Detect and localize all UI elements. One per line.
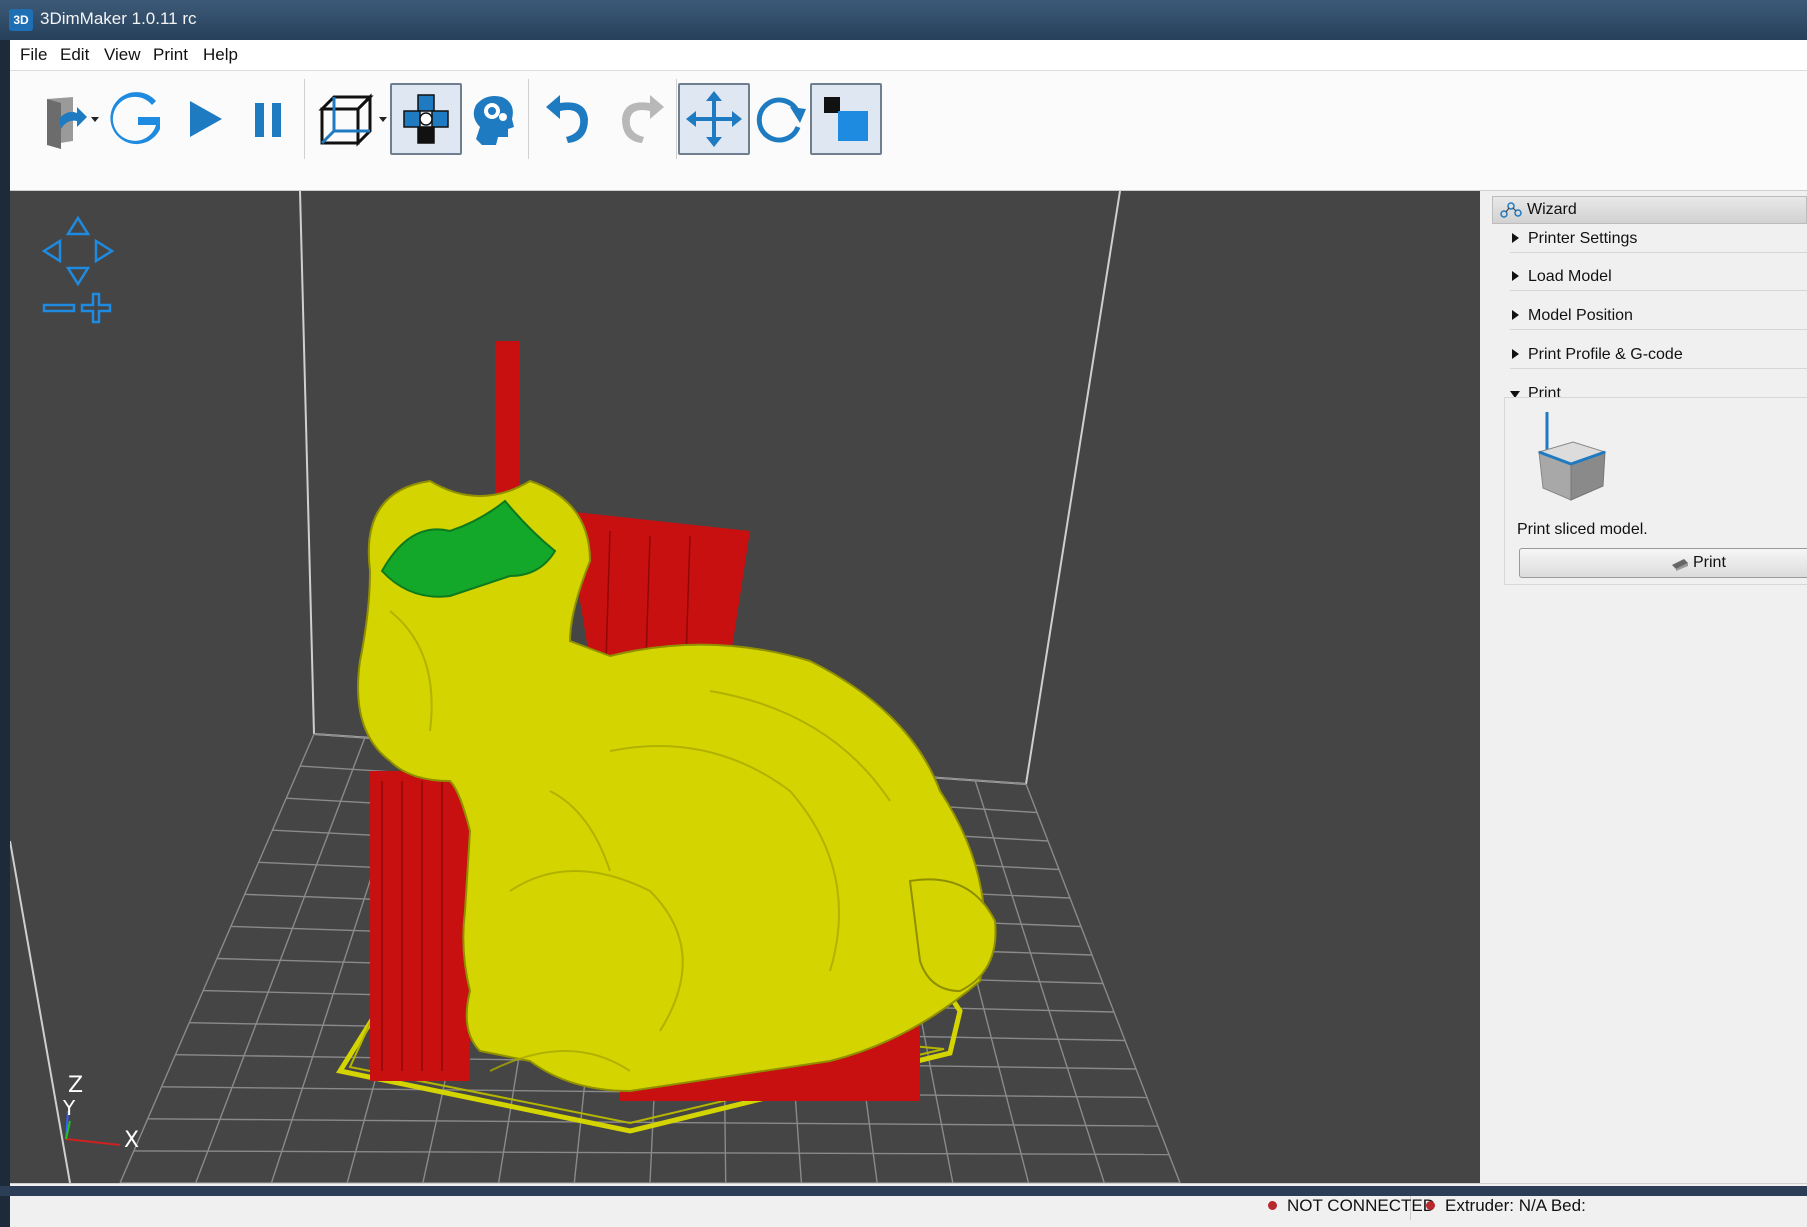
view-cube-button[interactable] <box>308 83 380 155</box>
pan-up-icon[interactable] <box>65 215 91 236</box>
axis-z-label: Z <box>68 1073 83 1098</box>
slice-button[interactable] <box>390 83 462 155</box>
wizard-icon <box>1500 202 1522 218</box>
view-dropdown[interactable] <box>379 117 387 122</box>
menu-help[interactable]: Help <box>203 45 238 65</box>
scale-button[interactable] <box>810 83 882 155</box>
pan-right-icon[interactable] <box>94 238 115 264</box>
toolbar-separator <box>528 79 529 159</box>
section-print-profile[interactable]: Print Profile & G-code <box>1510 343 1807 369</box>
undo-icon <box>546 95 588 143</box>
play-icon <box>190 101 222 137</box>
pan-left-icon[interactable] <box>41 238 62 264</box>
wizard-header[interactable]: Wizard <box>1492 196 1807 224</box>
extruder-text: Extruder: N/A Bed: <box>1445 1196 1586 1215</box>
open-file-dropdown[interactable] <box>91 117 99 122</box>
zoom-in-icon[interactable] <box>80 292 112 324</box>
print-cube-icon <box>1537 412 1607 501</box>
printer-icon <box>1672 559 1688 571</box>
axis-x-label: X <box>124 1128 139 1151</box>
os-taskbar <box>0 1186 1807 1196</box>
rotate-icon <box>756 97 806 143</box>
wizard-title: Wizard <box>1527 201 1577 218</box>
app-window: File Edit View Print Help Z Y X Wizard P… <box>10 40 1807 1227</box>
axis-indicator: Z Y X <box>62 1073 139 1151</box>
section-label: Printer Settings <box>1528 230 1638 247</box>
open-file-icon <box>47 97 87 149</box>
section-label: Print Profile & G-code <box>1528 346 1683 363</box>
pause-icon <box>255 103 281 137</box>
section-printer-settings[interactable]: Printer Settings <box>1510 227 1807 253</box>
window-title: 3DimMaker 1.0.11 rc <box>40 9 197 28</box>
rotate-button[interactable] <box>744 83 816 155</box>
expand-arrow-icon <box>1512 349 1519 359</box>
settings-button[interactable] <box>456 83 528 155</box>
pause-button[interactable] <box>232 83 304 155</box>
move-icon <box>686 91 742 147</box>
expand-arrow-icon <box>1512 310 1519 320</box>
wizard-panel: Wizard Printer Settings Load Model Model… <box>1484 191 1807 1183</box>
menu-edit[interactable]: Edit <box>60 45 89 65</box>
title-bar: 3D 3DimMaker 1.0.11 rc <box>0 0 1807 40</box>
zoom-out-icon[interactable] <box>42 303 76 313</box>
print-button[interactable]: Print <box>1519 548 1807 578</box>
play-button[interactable] <box>168 83 240 155</box>
section-load-model[interactable]: Load Model <box>1510 265 1807 291</box>
section-model-position[interactable]: Model Position <box>1510 304 1807 330</box>
redo-icon <box>622 95 664 143</box>
app-logo-icon: 3D <box>9 9 33 31</box>
navigation-pad <box>38 215 118 331</box>
open-file-button[interactable] <box>27 83 99 155</box>
slice-layers-icon <box>403 94 449 144</box>
print-section-body: Print sliced model. Print <box>1504 397 1807 585</box>
pan-down-icon[interactable] <box>65 266 91 287</box>
grid-line <box>1025 783 1181 1183</box>
head-settings-icon <box>473 96 514 145</box>
gcode-button[interactable] <box>100 83 172 155</box>
scene-canvas[interactable] <box>10 191 1480 1183</box>
section-label: Model Position <box>1528 307 1633 324</box>
axis-y-label: Y <box>62 1096 76 1120</box>
view-cube-icon <box>318 93 374 147</box>
expand-arrow-icon <box>1512 233 1519 243</box>
gcode-icon <box>110 92 160 145</box>
scale-icon <box>824 97 868 141</box>
expand-arrow-icon <box>1512 271 1519 281</box>
connection-text: NOT CONNECTED <box>1287 1196 1435 1215</box>
print-description: Print sliced model. <box>1517 521 1648 538</box>
status-dot-icon <box>1268 1201 1277 1210</box>
3d-viewport[interactable]: Z Y X <box>10 191 1480 1183</box>
menu-file[interactable]: File <box>20 45 47 65</box>
menu-print[interactable]: Print <box>153 45 188 65</box>
connection-status: NOT CONNECTED <box>1268 1196 1435 1216</box>
extruder-status: Extruder: N/A Bed: <box>1426 1196 1586 1216</box>
menu-bar: File Edit View Print Help <box>10 40 1807 71</box>
toolbar-separator <box>304 79 305 159</box>
redo-button[interactable] <box>606 83 678 155</box>
print-button-label: Print <box>1693 554 1726 571</box>
menu-view[interactable]: View <box>104 45 141 65</box>
toolbar <box>10 71 1807 191</box>
status-dot-icon <box>1426 1201 1435 1210</box>
toolbar-separator <box>676 79 677 159</box>
section-label: Load Model <box>1528 268 1612 285</box>
move-button[interactable] <box>678 83 750 155</box>
undo-button[interactable] <box>532 83 604 155</box>
